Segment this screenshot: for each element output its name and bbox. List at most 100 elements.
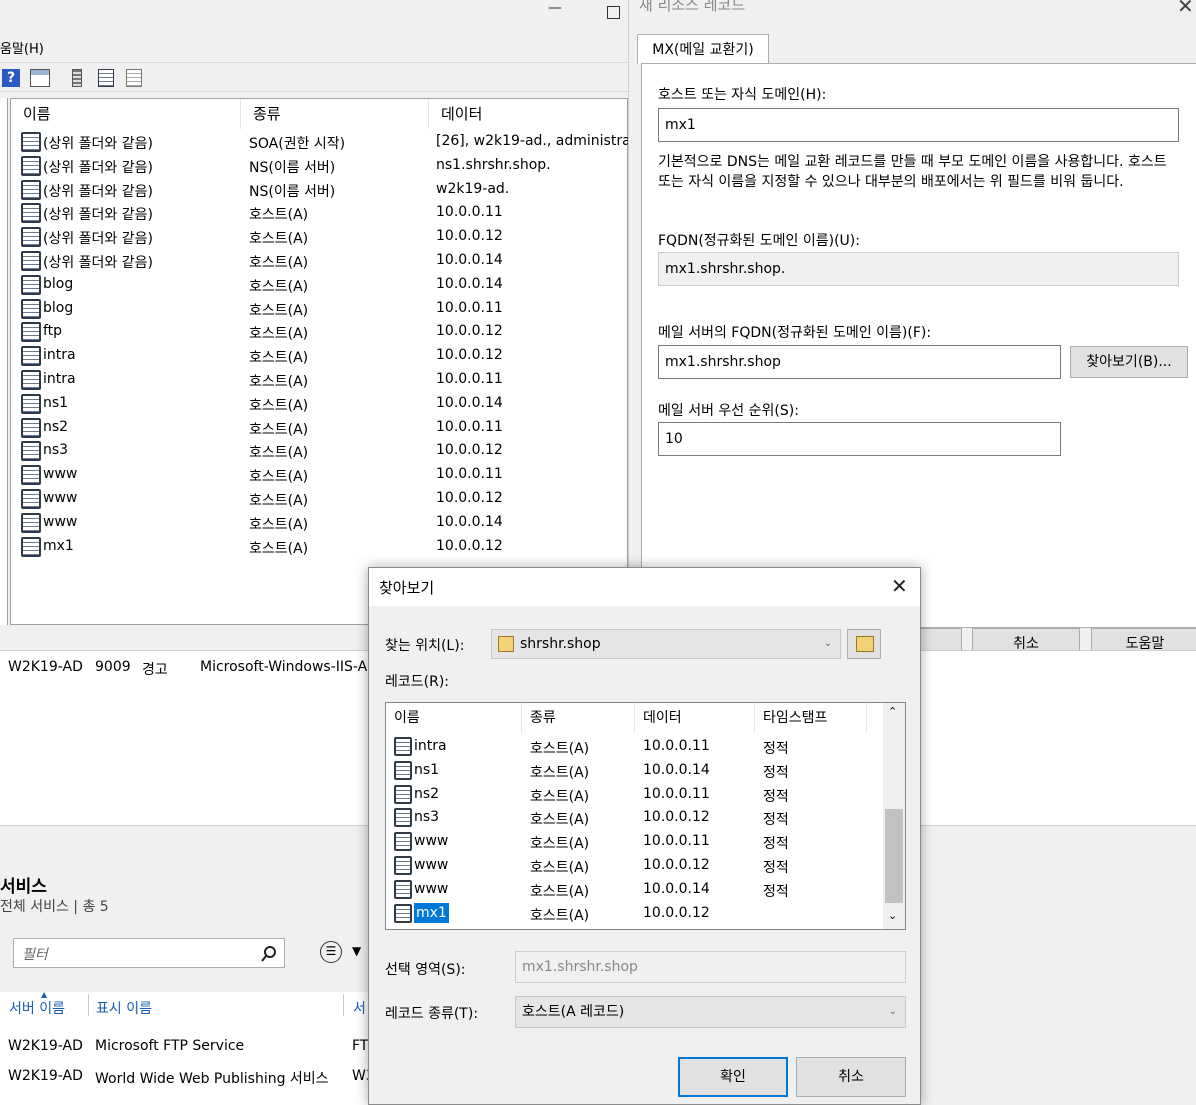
table-row[interactable]: (상위 폴더와 같음) NS(이름 서버) w2k19-ad. (11, 178, 629, 202)
record-type: 호스트(A) (530, 764, 590, 781)
host-label: 호스트 또는 자식 도메인(H): (658, 87, 827, 103)
minimize-button[interactable]: — (548, 0, 562, 16)
record-icon (394, 903, 412, 923)
table-row[interactable]: (상위 폴더와 같음) 호스트(A) 10.0.0.12 (11, 225, 629, 249)
record-icon (21, 370, 41, 390)
close-icon[interactable]: ✕ (1177, 0, 1194, 18)
close-icon[interactable]: ✕ (891, 574, 908, 598)
record-data: 10.0.0.12 (436, 442, 503, 459)
search-icon[interactable] (260, 945, 278, 963)
cancel-button[interactable]: 취소 (796, 1057, 906, 1097)
copy-records-icon[interactable] (126, 69, 142, 87)
table-row[interactable]: intra 호스트(A) 10.0.0.11 (11, 368, 629, 392)
record-list-icon[interactable] (98, 69, 114, 87)
record-name: intra (414, 738, 447, 754)
table-row[interactable]: (상위 폴더와 같음) 호스트(A) 10.0.0.14 (11, 249, 629, 273)
list-item[interactable]: ns2 호스트(A) 10.0.0.11 정적 (386, 783, 883, 807)
location-combo[interactable]: shrshr.shop ⌄ (491, 629, 841, 659)
record-name: www (43, 466, 78, 483)
mailserver-input[interactable]: mx1.shrshr.shop (658, 345, 1061, 379)
scroll-thumb[interactable] (885, 809, 903, 903)
column-header-third[interactable]: 서 (353, 998, 366, 1018)
table-row[interactable]: blog 호스트(A) 10.0.0.14 (11, 273, 629, 297)
filter-placeholder: 필터 (22, 947, 48, 963)
column-header-name[interactable]: 이름 (11, 99, 241, 129)
table-row[interactable]: www 호스트(A) 10.0.0.14 (11, 511, 629, 535)
list-item[interactable]: ns3 호스트(A) 10.0.0.12 정적 (386, 806, 883, 830)
column-header-timestamp[interactable]: 타임스탬프 (755, 703, 867, 733)
up-folder-button[interactable] (847, 629, 881, 659)
vertical-scrollbar[interactable]: ⌃ ⌄ (883, 703, 905, 929)
table-row[interactable]: www 호스트(A) 10.0.0.11 (11, 463, 629, 487)
record-icon (21, 512, 41, 533)
table-row[interactable]: ns1 호스트(A) 10.0.0.14 (11, 392, 629, 416)
selection-field: mx1.shrshr.shop (515, 951, 906, 983)
column-header-server[interactable]: 서버 이름 (9, 998, 65, 1018)
list-item[interactable]: www 호스트(A) 10.0.0.12 정적 (386, 854, 883, 878)
row-display: Microsoft FTP Service (95, 1038, 245, 1054)
ok-button[interactable]: 확인 (678, 1057, 788, 1097)
column-header-type[interactable]: 종류 (241, 99, 429, 129)
record-icon (394, 808, 412, 828)
record-timestamp: 정적 (763, 860, 789, 876)
column-header-type[interactable]: 종류 (522, 703, 635, 733)
record-name: www (43, 513, 78, 530)
record-icon (21, 536, 41, 557)
table-row[interactable]: ftp 호스트(A) 10.0.0.12 (11, 320, 629, 344)
record-icon (21, 179, 41, 200)
menu-help[interactable]: 움말(H) (0, 38, 44, 57)
scroll-up-icon[interactable]: ⌃ (888, 705, 897, 718)
record-name: (상위 폴더와 같음) (43, 231, 153, 248)
server-icon[interactable] (72, 69, 82, 87)
record-icon (21, 155, 41, 176)
table-row[interactable]: mx1 호스트(A) 10.0.0.12 (11, 535, 629, 559)
tab-mx[interactable]: MX(메일 교환기) (637, 34, 769, 64)
table-row[interactable]: (상위 폴더와 같음) 호스트(A) 10.0.0.11 (11, 201, 629, 225)
browse-title: 찾아보기 (379, 579, 435, 597)
record-data: 10.0.0.11 (436, 466, 503, 483)
column-header-data[interactable]: 데이터 (635, 703, 755, 733)
chevron-down-icon[interactable]: ▼ (352, 944, 361, 958)
record-type-label: 레코드 종류(T): (385, 1006, 479, 1022)
table-row[interactable]: ns2 호스트(A) 10.0.0.11 (11, 416, 629, 440)
record-name: ns1 (414, 761, 440, 778)
column-header-display[interactable]: 표시 이름 (96, 998, 152, 1018)
view-options-icon[interactable]: ☰ (320, 941, 342, 963)
scroll-down-icon[interactable]: ⌄ (888, 909, 897, 922)
dialog-title: 새 리소스 레코드 (639, 0, 746, 14)
browse-button[interactable]: 찾아보기(B)... (1070, 346, 1188, 378)
list-item[interactable]: intra 호스트(A) 10.0.0.11 정적 (386, 735, 883, 759)
host-input[interactable]: mx1 (658, 108, 1179, 142)
record-type-select[interactable]: 호스트(A 레코드) ⌄ (515, 996, 906, 1028)
record-icon (394, 832, 412, 852)
table-row[interactable]: intra 호스트(A) 10.0.0.12 (11, 344, 629, 368)
record-name: ns3 (43, 442, 69, 459)
record-name: intra (43, 371, 76, 387)
table-row[interactable]: W2K19-AD World Wide Web Publishing 서비스 W… (0, 1068, 375, 1092)
event-server: W2K19-AD (8, 659, 83, 675)
list-item[interactable]: www 호스트(A) 10.0.0.14 정적 (386, 878, 883, 902)
record-data: 10.0.0.11 (643, 738, 710, 754)
event-row[interactable]: W2K19-AD 9009 경고 Microsoft-Windows-IIS-A (0, 659, 370, 681)
show-pane-icon[interactable] (30, 69, 50, 87)
table-row[interactable]: ns3 호스트(A) 10.0.0.12 (11, 439, 629, 463)
help-icon[interactable]: ? (2, 69, 20, 87)
table-row[interactable]: www 호스트(A) 10.0.0.12 (11, 487, 629, 511)
table-row[interactable]: (상위 폴더와 같음) NS(이름 서버) ns1.shrshr.shop. (11, 154, 629, 178)
filter-input[interactable]: 필터 (13, 938, 285, 968)
record-data: 10.0.0.14 (436, 275, 503, 292)
list-item[interactable]: mx1 호스트(A) 10.0.0.12 (386, 902, 883, 926)
table-row[interactable]: W2K19-AD Microsoft FTP Service FT (0, 1038, 370, 1062)
list-item[interactable]: ns1 호스트(A) 10.0.0.14 정적 (386, 759, 883, 783)
maximize-button[interactable] (607, 6, 620, 19)
record-icon (394, 737, 412, 756)
table-row[interactable]: blog 호스트(A) 10.0.0.11 (11, 297, 629, 321)
column-header-data[interactable]: 데이터 (429, 99, 629, 129)
record-name: (상위 폴더와 같음) (43, 207, 153, 224)
priority-input[interactable]: 10 (658, 422, 1061, 456)
records-label: 레코드(R): (385, 674, 450, 690)
list-item[interactable]: www 호스트(A) 10.0.0.11 정적 (386, 830, 883, 854)
column-header-name[interactable]: 이름 (386, 703, 522, 733)
table-row[interactable]: (상위 폴더와 같음) SOA(권한 시작) [26], w2k19-ad., ad… (11, 130, 644, 154)
record-timestamp: 정적 (763, 764, 789, 781)
